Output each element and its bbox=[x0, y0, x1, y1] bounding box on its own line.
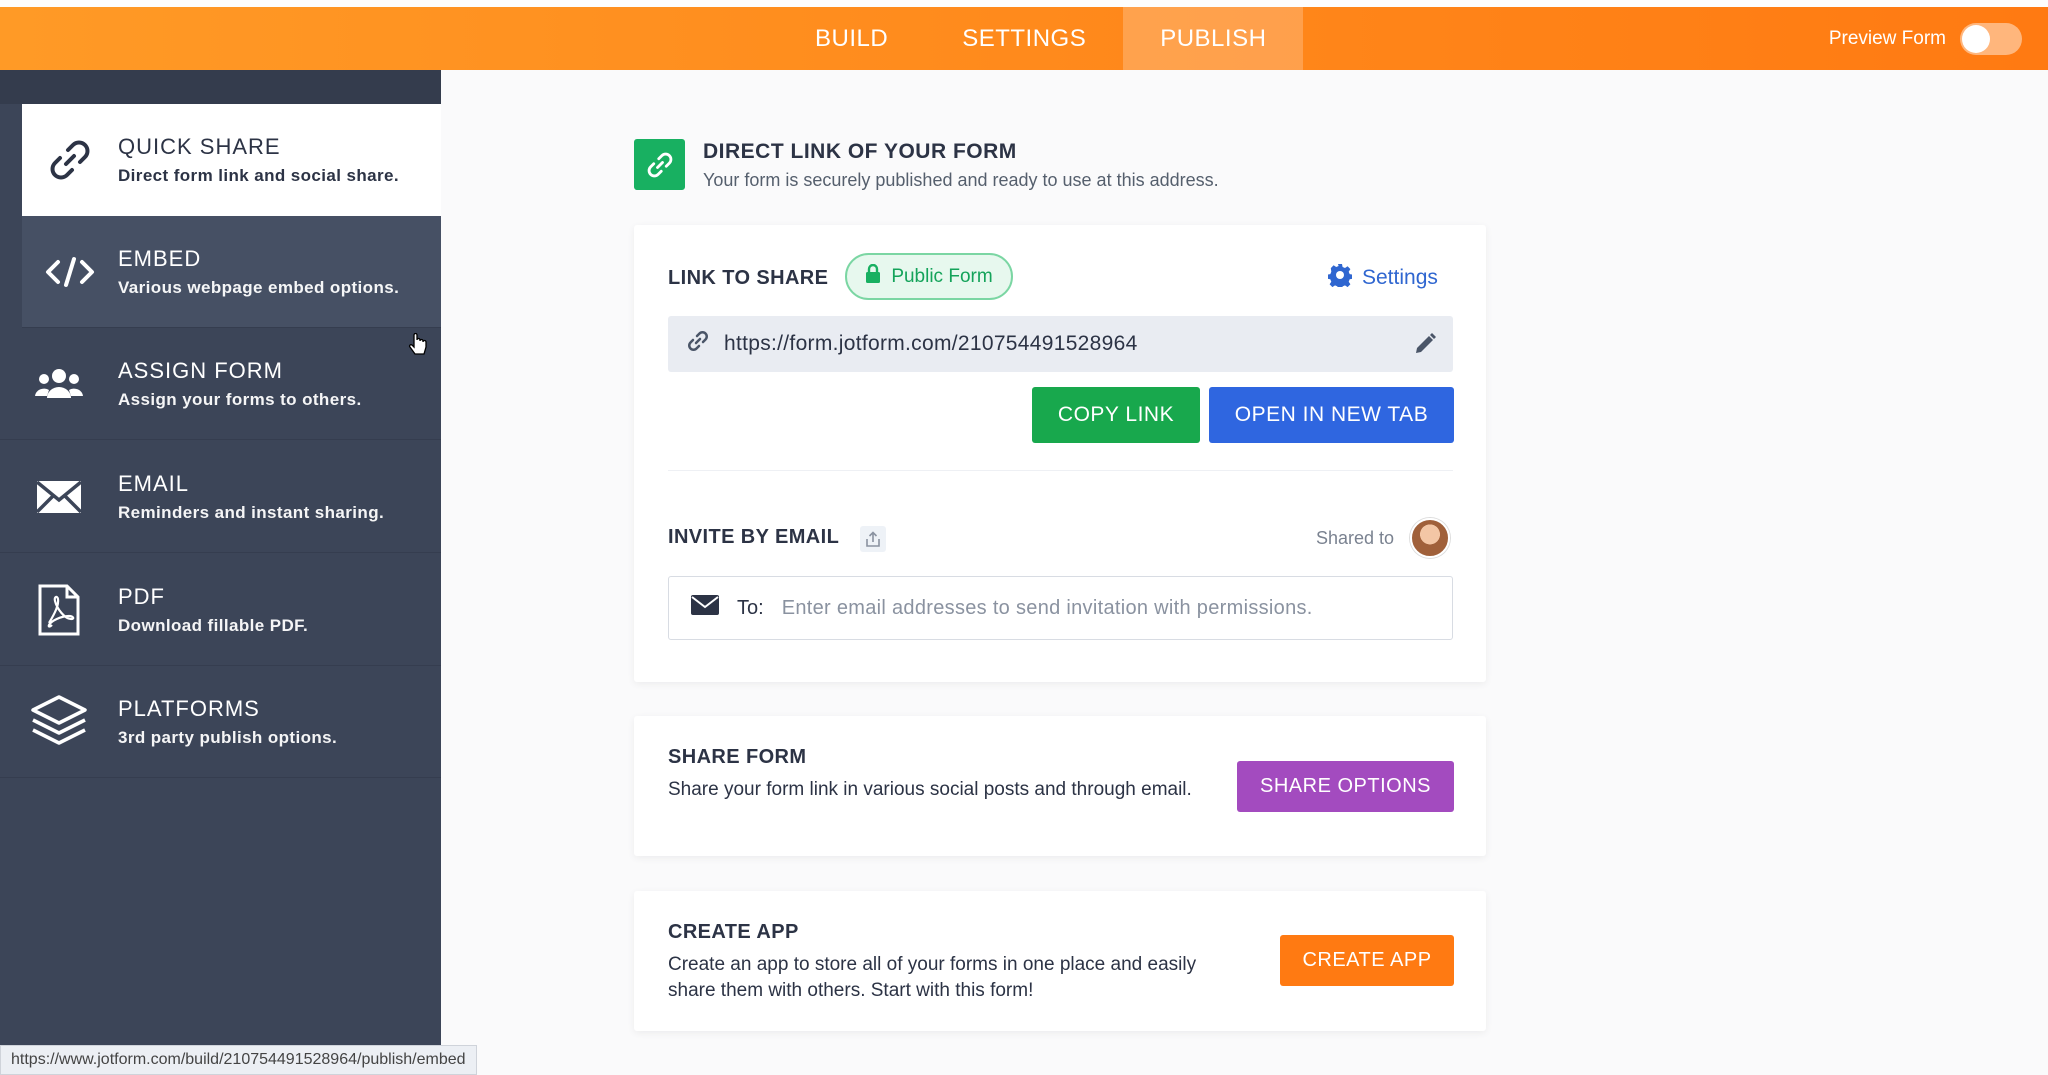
sidebar-item-desc: Download fillable PDF. bbox=[118, 615, 309, 635]
link-icon bbox=[634, 139, 685, 190]
settings-link-label: Settings bbox=[1362, 266, 1438, 289]
gear-icon bbox=[1327, 263, 1353, 293]
link-icon bbox=[22, 136, 118, 184]
email-placeholder: Enter email addresses to send invitation… bbox=[781, 596, 1313, 619]
invite-by-email-label: INVITE BY EMAIL bbox=[668, 526, 840, 548]
to-label: To: bbox=[737, 596, 764, 619]
sidebar-item-desc: Assign your forms to others. bbox=[118, 389, 362, 409]
link-to-share-label: LINK TO SHARE bbox=[668, 267, 829, 289]
public-form-badge-label: Public Form bbox=[891, 265, 993, 287]
sidebar-item-desc: Reminders and instant sharing. bbox=[118, 502, 385, 522]
share-form-title: SHARE FORM bbox=[668, 746, 807, 768]
link-icon bbox=[686, 329, 710, 359]
toggle-knob bbox=[1962, 24, 1990, 53]
sidebar-top-strip bbox=[0, 70, 441, 104]
code-icon bbox=[22, 255, 118, 289]
envelope-icon bbox=[691, 595, 719, 621]
preview-form-control: Preview Form bbox=[1829, 7, 2022, 70]
sidebar-item-platforms[interactable]: PLATFORMS 3rd party publish options. bbox=[0, 666, 441, 778]
sidebar-item-title: EMAIL bbox=[118, 470, 190, 496]
status-bar-url: https://www.jotform.com/build/2107544915… bbox=[0, 1045, 477, 1075]
sidebar-item-title: ASSIGN FORM bbox=[118, 357, 284, 383]
open-in-new-tab-button[interactable]: OPEN IN NEW TAB bbox=[1209, 387, 1454, 443]
preview-form-toggle[interactable] bbox=[1960, 22, 2022, 55]
sidebar-item-title: EMBED bbox=[118, 245, 202, 271]
public-form-badge[interactable]: Public Form bbox=[845, 253, 1013, 300]
top-nav: BUILD SETTINGS PUBLISH bbox=[778, 7, 1304, 70]
envelope-icon bbox=[0, 479, 118, 515]
share-options-button[interactable]: SHARE OPTIONS bbox=[1237, 761, 1454, 812]
preview-form-label: Preview Form bbox=[1828, 27, 1946, 49]
sidebar-item-assign-form[interactable]: ASSIGN FORM Assign your forms to others. bbox=[0, 328, 441, 440]
tab-publish[interactable]: PUBLISH bbox=[1123, 7, 1304, 70]
divider bbox=[668, 470, 1453, 471]
link-settings-button[interactable]: Settings bbox=[1327, 263, 1438, 293]
sidebar-item-desc: 3rd party publish options. bbox=[118, 727, 338, 747]
pdf-icon bbox=[0, 583, 118, 637]
pencil-icon[interactable] bbox=[1413, 332, 1437, 362]
tab-build[interactable]: BUILD bbox=[778, 7, 925, 70]
sidebar-item-title: QUICK SHARE bbox=[118, 134, 281, 159]
sidebar-item-pdf[interactable]: PDF Download fillable PDF. bbox=[0, 554, 441, 666]
copy-link-button[interactable]: COPY LINK bbox=[1032, 387, 1200, 443]
hand-cursor-icon bbox=[408, 332, 428, 362]
sidebar-item-title: PLATFORMS bbox=[118, 695, 260, 721]
form-url-field[interactable]: https://form.jotform.com/210754491528964 bbox=[668, 316, 1453, 372]
create-app-description: Create an app to store all of your forms… bbox=[668, 954, 1197, 1001]
layers-icon bbox=[0, 694, 118, 750]
lock-icon bbox=[865, 263, 881, 290]
sidebar-item-email[interactable]: EMAIL Reminders and instant sharing. bbox=[0, 441, 441, 553]
top-bar: BUILD SETTINGS PUBLISH Preview Form bbox=[0, 0, 2048, 70]
invite-email-field[interactable]: To: Enter email addresses to send invita… bbox=[668, 576, 1453, 640]
page-title: DIRECT LINK OF YOUR FORM bbox=[703, 140, 1017, 163]
create-app-title: CREATE APP bbox=[668, 921, 799, 943]
sidebar-item-title: PDF bbox=[118, 583, 165, 609]
sidebar-item-desc: Various webpage embed options. bbox=[118, 277, 400, 297]
sidebar-item-embed[interactable]: EMBED Various webpage embed options. bbox=[22, 216, 441, 328]
sidebar-item-desc: Direct form link and social share. bbox=[118, 166, 399, 185]
page-subtitle: Your form is securely published and read… bbox=[703, 170, 1219, 190]
sidebar-item-quick-share[interactable]: QUICK SHARE Direct form link and social … bbox=[22, 104, 441, 216]
share-form-description: Share your form link in various social p… bbox=[668, 779, 1192, 800]
users-icon bbox=[0, 366, 118, 402]
upload-share-icon[interactable] bbox=[860, 526, 886, 552]
avatar[interactable] bbox=[1410, 518, 1450, 558]
shared-to-label: Shared to bbox=[1316, 528, 1395, 548]
tab-settings[interactable]: SETTINGS bbox=[925, 7, 1123, 70]
form-url-text: https://form.jotform.com/210754491528964 bbox=[724, 332, 1138, 355]
create-app-button[interactable]: CREATE APP bbox=[1280, 935, 1454, 986]
